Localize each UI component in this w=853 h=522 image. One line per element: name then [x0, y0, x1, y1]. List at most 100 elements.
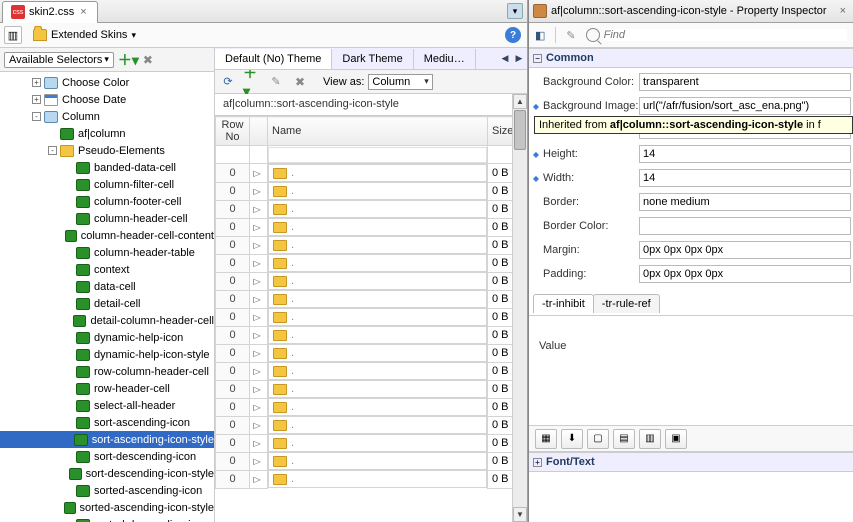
editor-tab[interactable]: css skin2.css × [2, 1, 98, 23]
cell-expand[interactable]: ▷ [250, 308, 268, 326]
edit-pencil-icon[interactable]: ✎ [566, 29, 575, 42]
add-selector-button[interactable]: ＋▾ [118, 50, 139, 70]
footer-btn-1[interactable]: ▦ [535, 429, 557, 449]
tree-node[interactable]: context [0, 261, 214, 278]
tree-node[interactable]: af|column [0, 125, 214, 142]
cell-expand[interactable]: ▷ [250, 344, 268, 362]
close-icon[interactable]: × [78, 6, 88, 18]
add-icon[interactable]: ＋▾ [243, 73, 261, 91]
scroll-tabs-left[interactable]: ◀ [499, 52, 511, 66]
tree-node[interactable]: column-filter-cell [0, 176, 214, 193]
tree-node[interactable]: sort-descending-icon [0, 448, 214, 465]
cell-expand[interactable]: ▷ [250, 434, 268, 452]
cell-expand[interactable]: ▷ [250, 398, 268, 416]
scroll-tabs-right[interactable]: ▶ [513, 52, 525, 66]
footer-btn-2[interactable]: ⬇ [561, 429, 583, 449]
tree-node[interactable]: banded-data-cell [0, 159, 214, 176]
tree-node[interactable]: data-cell [0, 278, 214, 295]
theme-tab-medium[interactable]: Medium … [414, 49, 476, 69]
theme-tab-default[interactable]: Default (No) Theme [215, 49, 332, 69]
scroll-down-icon[interactable]: ▼ [513, 507, 527, 522]
table-row[interactable]: 0▷.0 B [216, 200, 527, 218]
table-row[interactable]: 0▷.0 B [216, 380, 527, 398]
section-common[interactable]: − Common [529, 48, 853, 68]
table-row[interactable]: 0▷.0 B [216, 434, 527, 452]
table-row[interactable]: 0▷.0 B [216, 344, 527, 362]
property-value-input[interactable] [639, 193, 851, 211]
tree-node[interactable]: dynamic-help-icon-style [0, 346, 214, 363]
table-row[interactable]: 0▷.0 B [216, 416, 527, 434]
col-header-rowno[interactable]: Row No [216, 117, 250, 146]
edit-icon[interactable]: ✎ [267, 73, 285, 91]
footer-btn-3[interactable]: ▢ [587, 429, 609, 449]
section-fonttext[interactable]: + Font/Text [529, 452, 853, 472]
cell-expand[interactable]: ▷ [250, 290, 268, 308]
tab-tr-inhibit[interactable]: -tr-inhibit [533, 294, 594, 313]
table-row[interactable]: 0▷.0 B [216, 326, 527, 344]
property-value-input[interactable] [639, 145, 851, 163]
extended-skins-dropdown[interactable]: Extended Skins ▾ [26, 26, 143, 44]
table-row[interactable]: 0▷.0 B [216, 452, 527, 470]
tree-node[interactable]: sorted-ascending-icon [0, 482, 214, 499]
cell-expand[interactable]: ▷ [250, 326, 268, 344]
scroll-up-icon[interactable]: ▲ [513, 94, 527, 109]
property-value-input[interactable] [639, 265, 851, 283]
cell-expand[interactable]: ▷ [250, 380, 268, 398]
tree-node[interactable]: +Choose Date [0, 91, 214, 108]
cell-expand[interactable]: ▷ [250, 362, 268, 380]
table-row[interactable]: 0▷.0 B [216, 182, 527, 200]
property-value-input[interactable] [639, 217, 851, 235]
table-row[interactable]: 0▷.0 B [216, 164, 527, 183]
collapse-icon[interactable]: − [533, 54, 542, 63]
tree-node[interactable]: +Choose Color [0, 74, 214, 91]
tree-node[interactable]: column-footer-cell [0, 193, 214, 210]
cell-expand[interactable]: ▷ [250, 452, 268, 470]
tree-node[interactable]: select-all-header [0, 397, 214, 414]
tree-node[interactable]: sort-ascending-icon [0, 414, 214, 431]
footer-btn-5[interactable]: ▥ [639, 429, 661, 449]
table-row[interactable]: 0▷.0 B [216, 290, 527, 308]
table-row[interactable]: 0▷.0 B [216, 470, 527, 488]
tree-node[interactable]: column-header-table [0, 244, 214, 261]
tree-node[interactable]: dynamic-help-icon [0, 329, 214, 346]
help-icon[interactable]: ? [505, 27, 521, 43]
col-header-name[interactable]: Name [268, 117, 488, 146]
table-row[interactable]: 0▷.0 B [216, 308, 527, 326]
expand-icon[interactable]: + [32, 95, 41, 104]
table-row[interactable]: 0▷.0 B [216, 272, 527, 290]
delete-icon[interactable]: ✖ [291, 73, 309, 91]
cell-expand[interactable]: ▷ [250, 470, 268, 488]
view-as-dropdown[interactable]: Column [368, 74, 432, 90]
tree-node[interactable]: column-header-cell [0, 210, 214, 227]
footer-btn-6[interactable]: ▣ [665, 429, 687, 449]
cell-expand[interactable]: ▷ [250, 164, 268, 183]
table-row[interactable]: 0▷.0 B [216, 218, 527, 236]
property-value-input[interactable] [639, 169, 851, 187]
table-row[interactable]: 0▷.0 B [216, 254, 527, 272]
property-value-input[interactable] [639, 73, 851, 91]
layout-toggle-button[interactable]: ▥ [4, 26, 22, 44]
property-value-input[interactable] [639, 97, 851, 115]
property-value-input[interactable] [639, 241, 851, 259]
cell-expand[interactable]: ▷ [250, 272, 268, 290]
tree-node[interactable]: sorted-ascending-icon-style [0, 499, 214, 516]
tree-node[interactable]: sort-descending-icon-style [0, 465, 214, 482]
tree-node[interactable]: row-header-cell [0, 380, 214, 397]
toggle-view-icon[interactable]: ◧ [535, 29, 545, 42]
filter-name-input[interactable] [268, 147, 487, 163]
cell-expand[interactable]: ▷ [250, 200, 268, 218]
tree-node[interactable]: detail-column-header-cell [0, 312, 214, 329]
tree-node[interactable]: sorted-descending-icon [0, 516, 214, 522]
tree-node[interactable]: row-column-header-cell [0, 363, 214, 380]
tree-node[interactable]: -Pseudo-Elements [0, 142, 214, 159]
collapse-icon[interactable]: - [48, 146, 57, 155]
tree-node[interactable]: detail-cell [0, 295, 214, 312]
tree-node[interactable]: column-header-cell-content [0, 227, 214, 244]
refresh-icon[interactable]: ⟳ [219, 73, 237, 91]
tab-list-dropdown[interactable]: ▾ [507, 3, 523, 19]
table-row[interactable]: 0▷.0 B [216, 398, 527, 416]
cell-expand[interactable]: ▷ [250, 254, 268, 272]
collapse-icon[interactable]: - [32, 112, 41, 121]
theme-tab-dark[interactable]: Dark Theme [332, 49, 413, 69]
tree-node[interactable]: sort-ascending-icon-style [0, 431, 214, 448]
